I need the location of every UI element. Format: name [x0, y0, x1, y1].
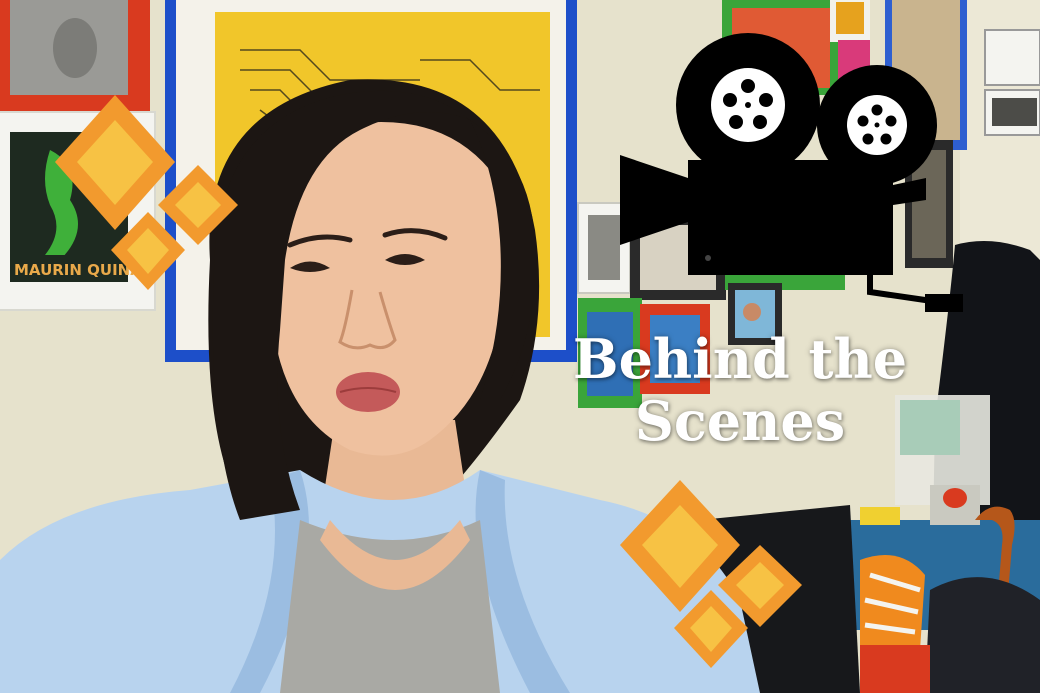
poster-text: MAURIN QUINA [14, 261, 142, 279]
title-line-1: Behind the [572, 327, 908, 391]
behind-the-scenes-title: Behind the Scenes [505, 328, 975, 452]
title-line-2: Scenes [634, 389, 846, 453]
lips [336, 372, 400, 412]
grey-tank-top [280, 520, 500, 693]
photo-scene: MAURIN QUINA Behind the Scenes [0, 0, 1040, 693]
red-frame-top-left [0, 0, 150, 115]
